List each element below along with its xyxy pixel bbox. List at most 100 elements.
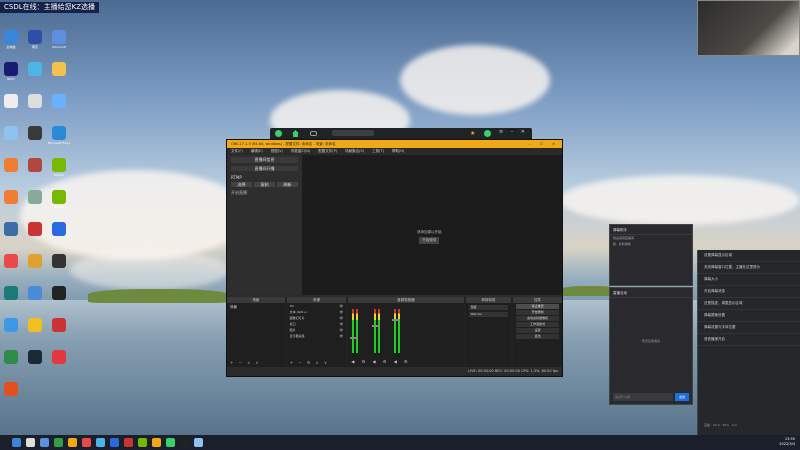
- desktop-icon[interactable]: [0, 94, 24, 109]
- settings-item[interactable]: 弹幕屏蔽设置: [698, 310, 800, 322]
- control-button[interactable]: 工作室模式: [516, 322, 559, 327]
- menu-item[interactable]: 帮助(H): [392, 148, 404, 155]
- control-button[interactable]: 启动虚拟摄像机: [516, 316, 559, 321]
- taskbar-app-icon[interactable]: [180, 438, 189, 447]
- menu-item[interactable]: 编辑(E): [251, 148, 263, 155]
- taskbar-app-icon[interactable]: [152, 438, 161, 447]
- control-button[interactable]: 退出: [516, 334, 559, 339]
- taskbar-clock[interactable]: 13:55 2022/3/4: [779, 437, 795, 447]
- settings-item[interactable]: 这是描述，调整显示区域: [698, 298, 800, 310]
- side-button[interactable]: 复制: [254, 182, 275, 187]
- mixer-fader-1[interactable]: [350, 337, 359, 339]
- desktop-icon[interactable]: [0, 222, 24, 237]
- menu-item[interactable]: 工具(T): [372, 148, 384, 155]
- desktop-icon[interactable]: [0, 158, 24, 173]
- taskbar-app-icon[interactable]: [96, 438, 105, 447]
- settings-item[interactable]: 关闭弹幕窗口位置，主播在这里提示: [698, 262, 800, 274]
- menu-item[interactable]: 配置文件(P): [318, 148, 337, 155]
- desktop-icon[interactable]: [46, 94, 72, 109]
- side-button[interactable]: 刷新: [277, 182, 298, 187]
- desktop-icon[interactable]: [22, 190, 48, 205]
- source-item[interactable]: 显示器采集 👁: [287, 333, 347, 339]
- start-live-link[interactable]: 开启直播: [231, 190, 298, 196]
- sources-dock-footer[interactable]: + − ⚙ ∧ ∨: [290, 360, 329, 365]
- taskbar-app-icon[interactable]: [26, 438, 35, 447]
- menu-item[interactable]: 场景集合(S): [345, 148, 364, 155]
- menu-item[interactable]: 停靠窗口(D): [291, 148, 310, 155]
- taskbar-app-icon[interactable]: [68, 438, 77, 447]
- settings-item[interactable]: 弹幕设置与字体位置: [698, 322, 800, 334]
- window-controls[interactable]: ≡ – ✕: [499, 129, 528, 135]
- desktop-icon[interactable]: [46, 222, 72, 237]
- taskbar-app-icon[interactable]: [12, 438, 21, 447]
- taskbar-app-icon[interactable]: [194, 438, 203, 447]
- desktop-icon[interactable]: [22, 318, 48, 333]
- taskbar-app-icon[interactable]: [54, 438, 63, 447]
- control-button[interactable]: 设置: [516, 328, 559, 333]
- desktop-icon[interactable]: [0, 254, 24, 269]
- eye-icon[interactable]: 👁: [339, 328, 343, 332]
- eye-icon[interactable]: 👁: [339, 310, 343, 314]
- eye-icon[interactable]: 👁: [339, 322, 343, 326]
- home-icon[interactable]: [292, 130, 299, 137]
- scene-item[interactable]: 场景: [227, 303, 285, 312]
- scenes-dock-footer[interactable]: + − ∧ ∨: [230, 360, 260, 365]
- settings-item[interactable]: 设置弹幕显示区域: [698, 250, 800, 262]
- preview-start-button[interactable]: 开始使用: [419, 237, 440, 244]
- taskbar-app-icon[interactable]: [166, 438, 175, 447]
- chat-input[interactable]: 说点什么吧: [613, 393, 673, 401]
- desktop-icon[interactable]: [22, 62, 48, 77]
- desktop-icon[interactable]: [0, 350, 24, 365]
- settings-item[interactable]: 弹幕大小: [698, 274, 800, 286]
- control-button[interactable]: 开始录制: [516, 310, 559, 315]
- taskbar-app-icon[interactable]: [110, 438, 119, 447]
- live-info-sub[interactable]: 直播间开播: [231, 166, 298, 171]
- transition-duration[interactable]: 300 ms: [468, 312, 509, 317]
- menu-item[interactable]: 文件(F): [231, 148, 243, 155]
- desktop-icon[interactable]: [22, 158, 48, 173]
- desktop-icon[interactable]: Microsoft: [46, 30, 72, 49]
- desktop-icon[interactable]: [46, 318, 72, 333]
- desktop-icon[interactable]: [46, 350, 72, 365]
- desktop-icon[interactable]: NVIDIA: [46, 190, 72, 209]
- control-button[interactable]: 停止推流: [516, 304, 559, 309]
- send-button[interactable]: 发送: [675, 393, 689, 401]
- desktop-icon[interactable]: NEXT: [0, 62, 24, 81]
- desktop-icon[interactable]: Microsoft Edge: [46, 126, 72, 145]
- desktop-icon[interactable]: [46, 62, 72, 77]
- eye-icon[interactable]: 👁: [339, 316, 343, 320]
- desktop-icon[interactable]: [22, 286, 48, 301]
- desktop-icon[interactable]: [22, 254, 48, 269]
- desktop-icon[interactable]: [0, 382, 24, 397]
- mute-icons[interactable]: ◀ ⚙ ◀ ⚙ ◀ ⚙: [351, 359, 410, 364]
- eye-icon[interactable]: 👁: [339, 334, 343, 338]
- settings-item[interactable]: 语音播报开启: [698, 334, 800, 346]
- desktop-icon[interactable]: NVIDIA: [46, 158, 72, 177]
- desktop-icon[interactable]: [0, 286, 24, 301]
- desktop-icon[interactable]: 网页: [22, 30, 48, 49]
- mixer-fader-3[interactable]: [392, 319, 401, 321]
- desktop-icon[interactable]: [22, 126, 48, 141]
- desktop-icon[interactable]: 此电脑: [0, 30, 24, 49]
- settings-item[interactable]: 开启弹幕消息: [698, 286, 800, 298]
- menu-item[interactable]: 视图(V): [271, 148, 283, 155]
- desktop-icon[interactable]: [0, 318, 24, 333]
- desktop-icon[interactable]: [0, 126, 24, 141]
- search-input[interactable]: [332, 130, 374, 136]
- desktop-icon[interactable]: [46, 286, 72, 301]
- obs-window-controls[interactable]: – ☐ ✕: [529, 140, 559, 148]
- mixer-fader-2[interactable]: [372, 325, 381, 327]
- desktop-icon[interactable]: [22, 222, 48, 237]
- gamepad-icon[interactable]: [310, 131, 317, 136]
- star-icon[interactable]: ★: [470, 130, 475, 137]
- side-button[interactable]: 选择: [231, 182, 252, 187]
- taskbar-app-icon[interactable]: [40, 438, 49, 447]
- desktop-icon[interactable]: [46, 254, 72, 269]
- eye-icon[interactable]: 👁: [339, 304, 343, 308]
- desktop-icon[interactable]: [22, 94, 48, 109]
- desktop-icon[interactable]: [22, 350, 48, 365]
- transition-select[interactable]: 渐变: [468, 305, 509, 310]
- taskbar-app-icon[interactable]: [124, 438, 133, 447]
- taskbar-app-icon[interactable]: [82, 438, 91, 447]
- user-avatar[interactable]: [484, 130, 491, 137]
